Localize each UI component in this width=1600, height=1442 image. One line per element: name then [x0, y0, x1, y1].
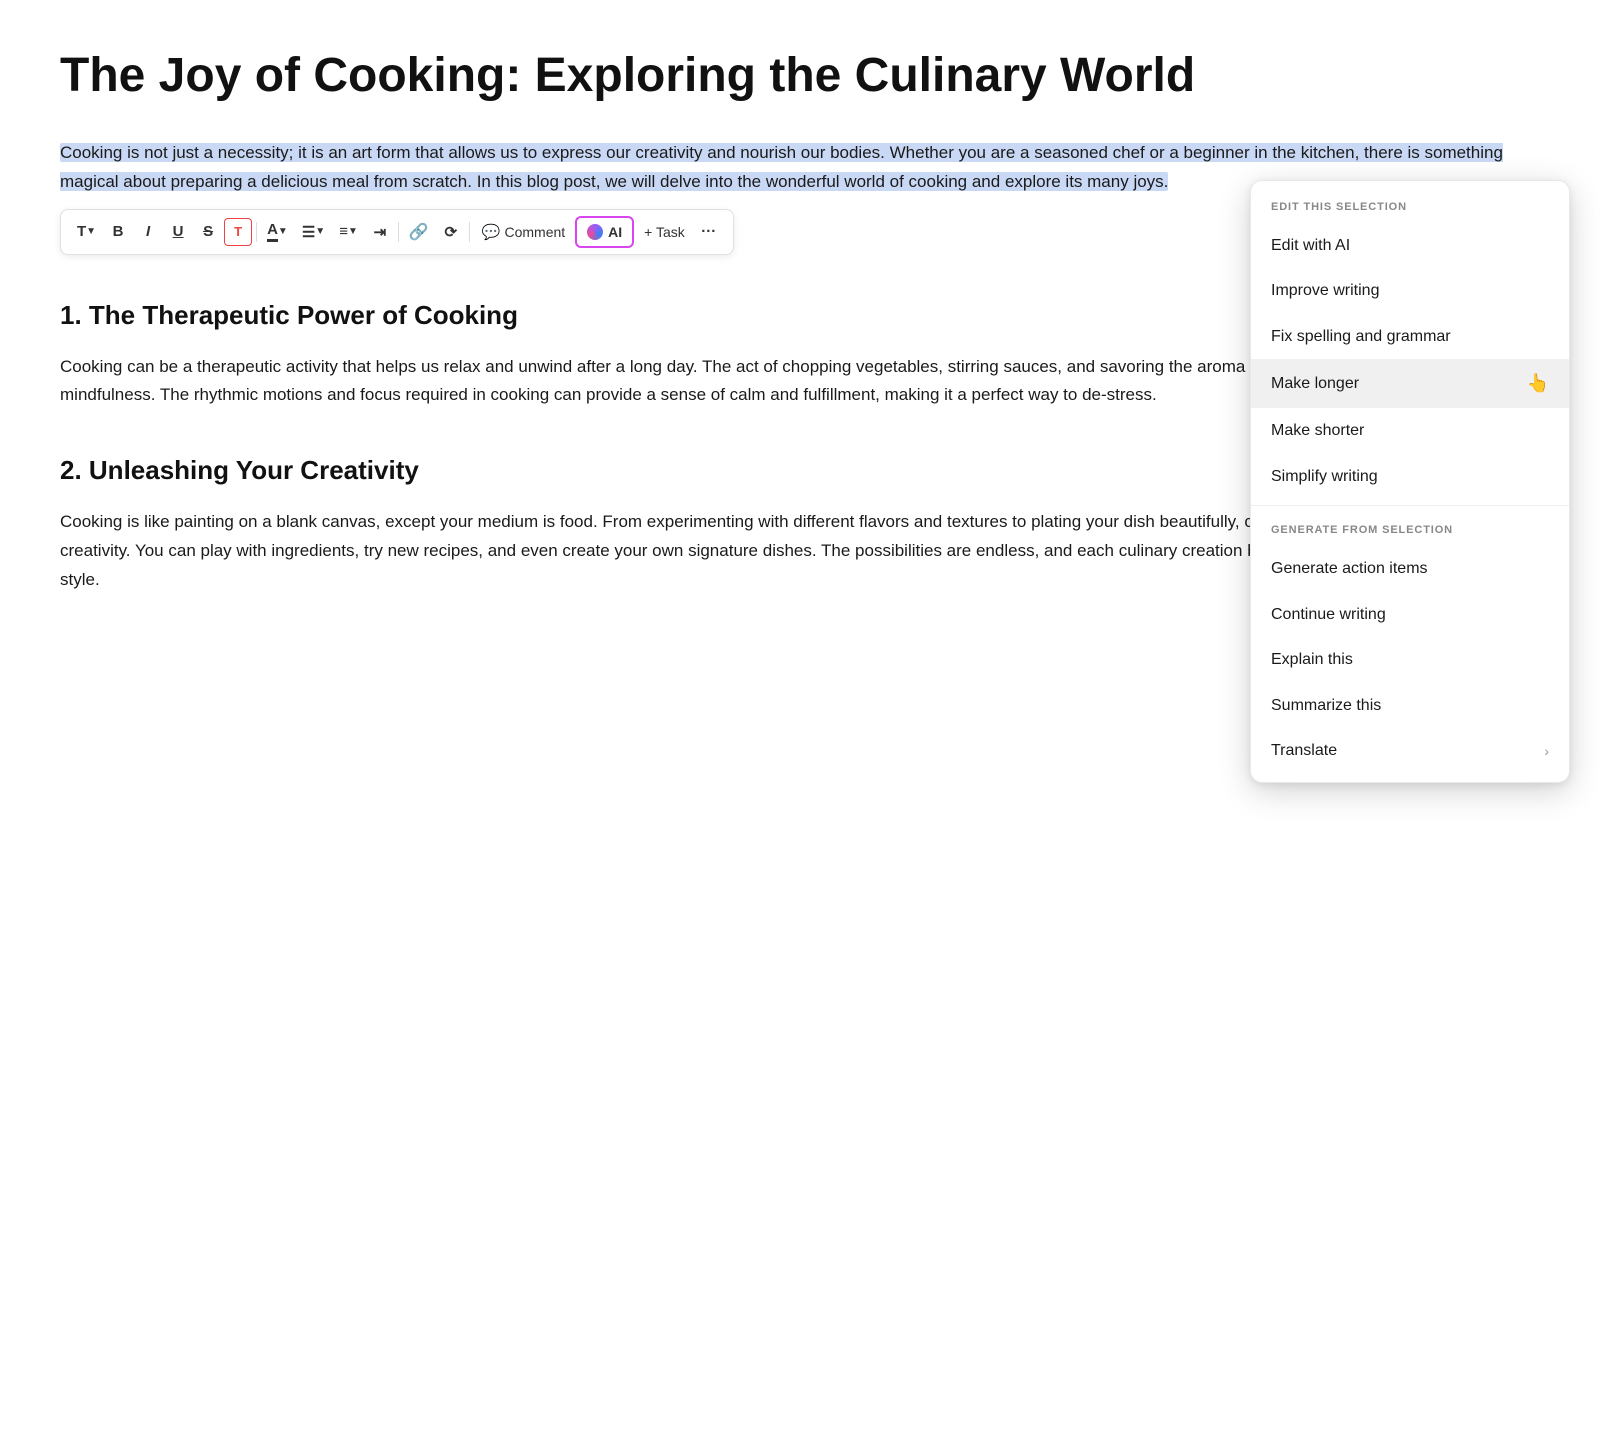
- menu-item-improve-writing[interactable]: Improve writing: [1251, 268, 1569, 314]
- comment-icon: 💬: [482, 223, 501, 241]
- frame-button[interactable]: T: [224, 218, 252, 246]
- menu-item-translate[interactable]: Translate ›: [1251, 728, 1569, 774]
- font-color-button[interactable]: A ▼: [261, 218, 294, 246]
- indent-icon: ⇥: [374, 223, 387, 241]
- edit-section-label: EDIT THIS SELECTION: [1251, 189, 1569, 223]
- menu-item-continue-writing-label: Continue writing: [1271, 602, 1386, 628]
- align-arrow: ▼: [315, 226, 325, 237]
- task-button[interactable]: + Task: [636, 218, 693, 246]
- menu-item-make-longer[interactable]: Make longer 👆: [1251, 359, 1569, 408]
- image-button[interactable]: ⟳: [437, 218, 465, 246]
- menu-item-make-shorter-label: Make shorter: [1271, 418, 1364, 444]
- text-dropdown-arrow: ▼: [86, 226, 96, 237]
- menu-item-summarize-this[interactable]: Summarize this: [1251, 683, 1569, 729]
- menu-item-summarize-this-label: Summarize this: [1271, 693, 1381, 719]
- font-color-arrow: ▼: [278, 226, 288, 237]
- font-color-icon: A: [267, 221, 278, 242]
- menu-item-translate-label: Translate: [1271, 738, 1337, 764]
- bold-button[interactable]: B: [104, 218, 132, 246]
- menu-item-explain-this[interactable]: Explain this: [1251, 637, 1569, 683]
- menu-item-edit-with-ai-label: Edit with AI: [1271, 233, 1350, 259]
- indent-button[interactable]: ⇥: [366, 218, 394, 246]
- ai-icon: [587, 224, 603, 240]
- more-options-icon: ···: [701, 223, 716, 240]
- list-icon: ≡: [339, 223, 348, 240]
- menu-item-simplify-writing[interactable]: Simplify writing: [1251, 454, 1569, 500]
- menu-item-fix-spelling[interactable]: Fix spelling and grammar: [1251, 314, 1569, 360]
- ai-dropdown-menu: EDIT THIS SELECTION Edit with AI Improve…: [1250, 180, 1570, 783]
- strikethrough-icon: S: [203, 223, 213, 240]
- toolbar-divider-3: [469, 222, 470, 242]
- menu-item-generate-action-items[interactable]: Generate action items: [1251, 546, 1569, 592]
- text-icon: T: [77, 223, 86, 240]
- toolbar-divider-2: [398, 222, 399, 242]
- generate-section-label: GENERATE FROM SELECTION: [1251, 512, 1569, 546]
- list-arrow: ▼: [348, 226, 358, 237]
- menu-item-make-longer-label: Make longer: [1271, 371, 1359, 397]
- text-format-button[interactable]: T ▼: [71, 218, 102, 246]
- document-title: The Joy of Cooking: Exploring the Culina…: [60, 48, 1540, 103]
- bold-icon: B: [113, 223, 124, 240]
- menu-item-improve-writing-label: Improve writing: [1271, 278, 1379, 304]
- menu-item-make-shorter[interactable]: Make shorter: [1251, 408, 1569, 454]
- menu-item-simplify-writing-label: Simplify writing: [1271, 464, 1378, 490]
- italic-icon: I: [146, 223, 150, 240]
- underline-button[interactable]: U: [164, 218, 192, 246]
- toolbar-divider-1: [256, 222, 257, 242]
- page-container: The Joy of Cooking: Exploring the Culina…: [0, 0, 1600, 1442]
- ai-label: AI: [608, 224, 622, 240]
- link-button[interactable]: 🔗: [403, 218, 435, 246]
- align-icon: ☰: [302, 223, 315, 241]
- underline-icon: U: [173, 223, 184, 240]
- menu-item-explain-this-label: Explain this: [1271, 647, 1353, 673]
- menu-item-generate-action-items-label: Generate action items: [1271, 556, 1428, 582]
- ai-button[interactable]: AI: [575, 216, 634, 248]
- align-button[interactable]: ☰ ▼: [296, 218, 331, 246]
- more-options-button[interactable]: ···: [695, 218, 723, 246]
- menu-divider: [1251, 505, 1569, 506]
- translate-chevron-icon: ›: [1544, 740, 1549, 762]
- frame-icon: T: [234, 224, 242, 239]
- italic-button[interactable]: I: [134, 218, 162, 246]
- image-icon: ⟳: [444, 223, 457, 241]
- comment-button[interactable]: 💬 Comment: [474, 218, 573, 246]
- menu-item-edit-with-ai[interactable]: Edit with AI: [1251, 223, 1569, 269]
- menu-item-continue-writing[interactable]: Continue writing: [1251, 592, 1569, 638]
- list-button[interactable]: ≡ ▼: [333, 218, 364, 246]
- strikethrough-button[interactable]: S: [194, 218, 222, 246]
- comment-label: Comment: [504, 224, 565, 240]
- link-icon: 🔗: [409, 222, 429, 242]
- task-label: + Task: [644, 224, 685, 240]
- cursor-icon: 👆: [1527, 369, 1549, 398]
- menu-item-fix-spelling-label: Fix spelling and grammar: [1271, 324, 1451, 350]
- formatting-toolbar: T ▼ B I U S T A ▼ ☰ ▼ ≡ ▼ ⇥: [60, 209, 734, 255]
